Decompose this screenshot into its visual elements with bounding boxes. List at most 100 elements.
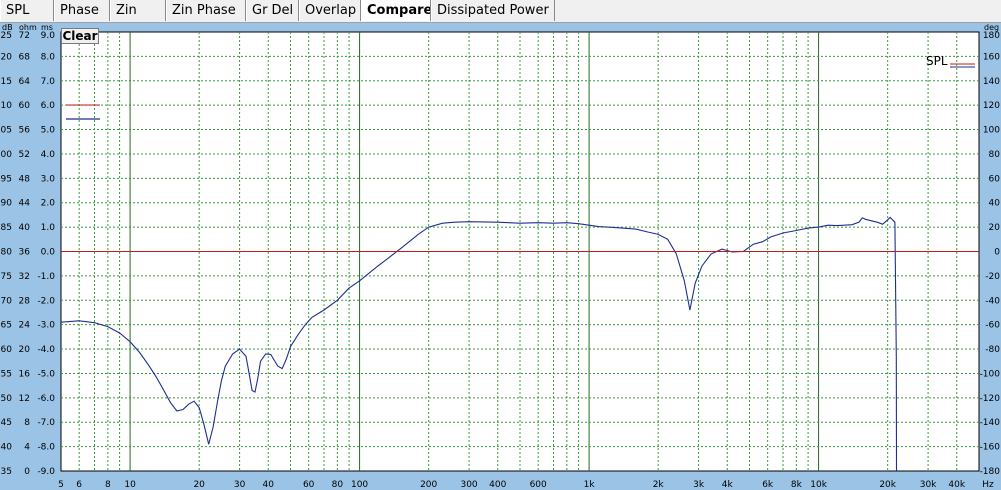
- clear-button[interactable]: Clear: [61, 28, 99, 44]
- y-tick-ms: 0.0: [41, 248, 56, 258]
- y-tick-db: 95: [1, 174, 12, 184]
- y-tick-deg: -60: [985, 321, 1000, 331]
- tab-dissipated-power[interactable]: Dissipated Power: [431, 0, 555, 21]
- legend-label: SPL: [926, 54, 948, 68]
- x-tick-label: 1k: [584, 480, 596, 490]
- tab-zin[interactable]: Zin: [110, 0, 166, 21]
- y-tick-ms: 4.0: [41, 150, 56, 160]
- y-tick-db: 80: [1, 248, 13, 258]
- x-tick-label: 600: [530, 480, 547, 490]
- y-tick-ohm: 44: [19, 199, 31, 209]
- y-tick-ms: -1.0: [37, 272, 55, 282]
- y-tick-deg: 0: [994, 248, 1000, 258]
- y-tick-deg: -160: [980, 443, 1001, 453]
- y-tick-db: 40: [1, 443, 13, 453]
- y-tick-db: 120: [0, 52, 12, 62]
- y-tick-db: 45: [1, 418, 12, 428]
- y-tick-ms: -3.0: [37, 321, 55, 331]
- y-unit-ohm: ohm: [19, 23, 37, 32]
- y-tick-db: 55: [1, 369, 12, 379]
- y-tick-ms: -4.0: [37, 345, 55, 355]
- y-tick-deg: 180: [983, 31, 1000, 41]
- x-tick-label: 30k: [920, 480, 937, 490]
- y-tick-db: 65: [1, 321, 12, 331]
- tab-zin-phase[interactable]: Zin Phase: [166, 0, 246, 21]
- y-tick-db: 70: [1, 296, 13, 306]
- x-tick-label: 6: [76, 480, 82, 490]
- y-tick-deg: 80: [989, 150, 1001, 160]
- y-tick-ohm: 52: [19, 150, 30, 160]
- y-tick-db: 100: [0, 150, 12, 160]
- x-tick-label: 5: [58, 480, 64, 490]
- y-tick-db: 75: [1, 272, 12, 282]
- y-tick-ohm: 24: [19, 321, 31, 331]
- y-tick-deg: -80: [985, 345, 1000, 355]
- y-tick-ohm: 36: [19, 248, 31, 258]
- tab-overlap[interactable]: Overlap: [299, 0, 361, 21]
- y-tick-ms: 6.0: [41, 101, 56, 111]
- y-tick-deg: 20: [989, 223, 1001, 233]
- y-tick-db: 50: [1, 394, 13, 404]
- y-tick-ms: 3.0: [41, 174, 56, 184]
- y-tick-db: 125: [0, 31, 12, 41]
- y-tick-deg: 140: [983, 77, 1000, 87]
- y-tick-ms: 7.0: [41, 77, 56, 87]
- x-tick-label: 40: [263, 480, 275, 490]
- tab-phase[interactable]: Phase: [54, 0, 110, 21]
- x-tick-label: 60: [303, 480, 315, 490]
- x-tick-label: 8k: [791, 480, 803, 490]
- y-tick-deg: 40: [989, 199, 1001, 209]
- y-tick-ohm: 8: [24, 418, 30, 428]
- y-tick-ms: 8.0: [41, 52, 56, 62]
- y-tick-ohm: 56: [19, 126, 31, 136]
- y-tick-deg: -100: [980, 369, 1001, 379]
- x-tick-label: 10k: [810, 480, 827, 490]
- y-unit-db: dB: [2, 23, 13, 32]
- y-unit-ms: ms: [41, 23, 53, 32]
- x-tick-label: 8: [105, 480, 111, 490]
- tab-gr-del[interactable]: Gr Del: [246, 0, 299, 21]
- y-tick-ms: -7.0: [37, 418, 55, 428]
- y-tick-ohm: 28: [19, 296, 31, 306]
- tab-compare[interactable]: Compare: [361, 0, 431, 21]
- y-tick-deg: 120: [983, 101, 1000, 111]
- y-tick-ms: -5.0: [37, 369, 55, 379]
- y-tick-deg: -120: [980, 394, 1001, 404]
- y-tick-db: 35: [1, 467, 12, 477]
- y-tick-ohm: 16: [19, 369, 31, 379]
- y-tick-db: 85: [1, 223, 12, 233]
- y-tick-ohm: 12: [19, 394, 30, 404]
- y-tick-db: 115: [0, 77, 12, 87]
- y-unit-deg: deg: [984, 23, 999, 32]
- x-tick-label: 20k: [879, 480, 896, 490]
- x-tick-label: 100: [351, 480, 368, 490]
- x-tick-label: 400: [489, 480, 506, 490]
- y-tick-deg: 160: [983, 52, 1000, 62]
- tab-spl[interactable]: SPL: [0, 0, 54, 21]
- y-tick-ms: 5.0: [41, 126, 56, 136]
- y-tick-ohm: 0: [24, 467, 30, 477]
- y-tick-ms: -6.0: [37, 394, 55, 404]
- x-tick-label: 10: [124, 480, 136, 490]
- y-tick-ohm: 48: [19, 174, 31, 184]
- y-tick-ohm: 64: [19, 77, 31, 87]
- y-tick-ms: 1.0: [41, 223, 56, 233]
- x-tick-label: 3k: [693, 480, 705, 490]
- y-tick-db: 105: [0, 126, 12, 136]
- y-tick-ms: -8.0: [37, 443, 55, 453]
- y-tick-ohm: 4: [24, 443, 30, 453]
- y-tick-ohm: 32: [19, 272, 30, 282]
- y-tick-deg: 60: [989, 174, 1001, 184]
- x-unit: Hz: [982, 480, 994, 490]
- y-tick-deg: -180: [980, 467, 1001, 477]
- y-tick-db: 60: [1, 345, 13, 355]
- y-tick-ohm: 20: [19, 345, 31, 355]
- x-tick-label: 30: [234, 480, 246, 490]
- y-tick-db: 90: [1, 199, 13, 209]
- y-tick-ms: 9.0: [41, 31, 56, 41]
- x-tick-label: 40k: [948, 480, 965, 490]
- y-tick-deg: 100: [983, 126, 1000, 136]
- y-tick-ms: -9.0: [37, 467, 55, 477]
- x-tick-label: 4k: [722, 480, 734, 490]
- x-tick-label: 2k: [653, 480, 665, 490]
